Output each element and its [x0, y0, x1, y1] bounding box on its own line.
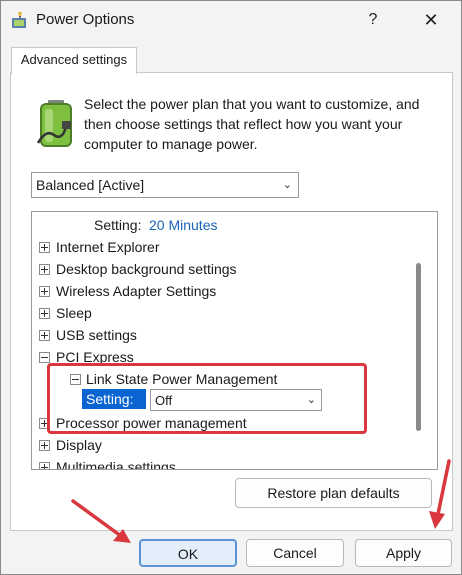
- ok-button[interactable]: OK: [139, 539, 237, 567]
- tree-item-label: Internet Explorer: [56, 239, 160, 255]
- tree-item-label: USB settings: [56, 327, 137, 343]
- selected-setting-label: Setting:: [82, 389, 146, 409]
- advanced-settings-panel: Select the power plan that you want to c…: [10, 72, 453, 531]
- annotation-arrow-apply: [429, 459, 451, 529]
- top-setting-value[interactable]: 20 Minutes: [149, 214, 217, 236]
- tree-item-label: Display: [56, 437, 102, 453]
- help-button[interactable]: ?: [351, 3, 395, 37]
- tree-item-label: Sleep: [56, 305, 92, 321]
- restore-plan-defaults-button[interactable]: Restore plan defaults: [235, 478, 432, 508]
- expand-plus-icon[interactable]: [39, 264, 50, 275]
- description-text: Select the power plan that you want to c…: [84, 96, 420, 152]
- top-setting-label: Setting:: [94, 217, 142, 233]
- tree-item-label: Multimedia settings: [56, 459, 176, 470]
- apply-button[interactable]: Apply: [355, 539, 452, 567]
- expand-plus-icon[interactable]: [39, 330, 50, 341]
- expand-plus-icon[interactable]: [39, 242, 50, 253]
- power-options-dialog: Power Options ? ✕ Advanced settings Sele…: [0, 0, 462, 575]
- expand-plus-icon[interactable]: [39, 440, 50, 451]
- annotation-arrow-ok: [71, 499, 131, 543]
- power-plan-value: Balanced [Active]: [36, 177, 145, 193]
- close-button[interactable]: ✕: [409, 3, 453, 37]
- expand-plus-icon[interactable]: [39, 286, 50, 297]
- battery-power-icon: [36, 100, 72, 147]
- expand-plus-icon[interactable]: [39, 308, 50, 319]
- cancel-button[interactable]: Cancel: [246, 539, 344, 567]
- expand-plus-icon[interactable]: [39, 462, 50, 469]
- collapse-minus-icon[interactable]: [39, 352, 50, 363]
- power-plan-dropdown[interactable]: Balanced [Active] ⌄: [31, 172, 299, 198]
- tab-advanced-settings[interactable]: Advanced settings: [11, 47, 137, 74]
- tree-scrollbar-thumb[interactable]: [416, 263, 421, 431]
- title-bar: Power Options ? ✕: [1, 1, 461, 39]
- tree-item-label: Desktop background settings: [56, 261, 237, 277]
- link-state-setting-dropdown[interactable]: Off ⌄: [150, 389, 322, 411]
- link-state-setting-value: Off: [155, 393, 173, 408]
- chevron-down-icon: ⌄: [282, 179, 292, 191]
- power-options-app-icon: [12, 12, 26, 28]
- chevron-down-icon: ⌄: [306, 394, 316, 406]
- window-title: Power Options: [36, 11, 135, 28]
- tree-item-label: Wireless Adapter Settings: [56, 283, 217, 299]
